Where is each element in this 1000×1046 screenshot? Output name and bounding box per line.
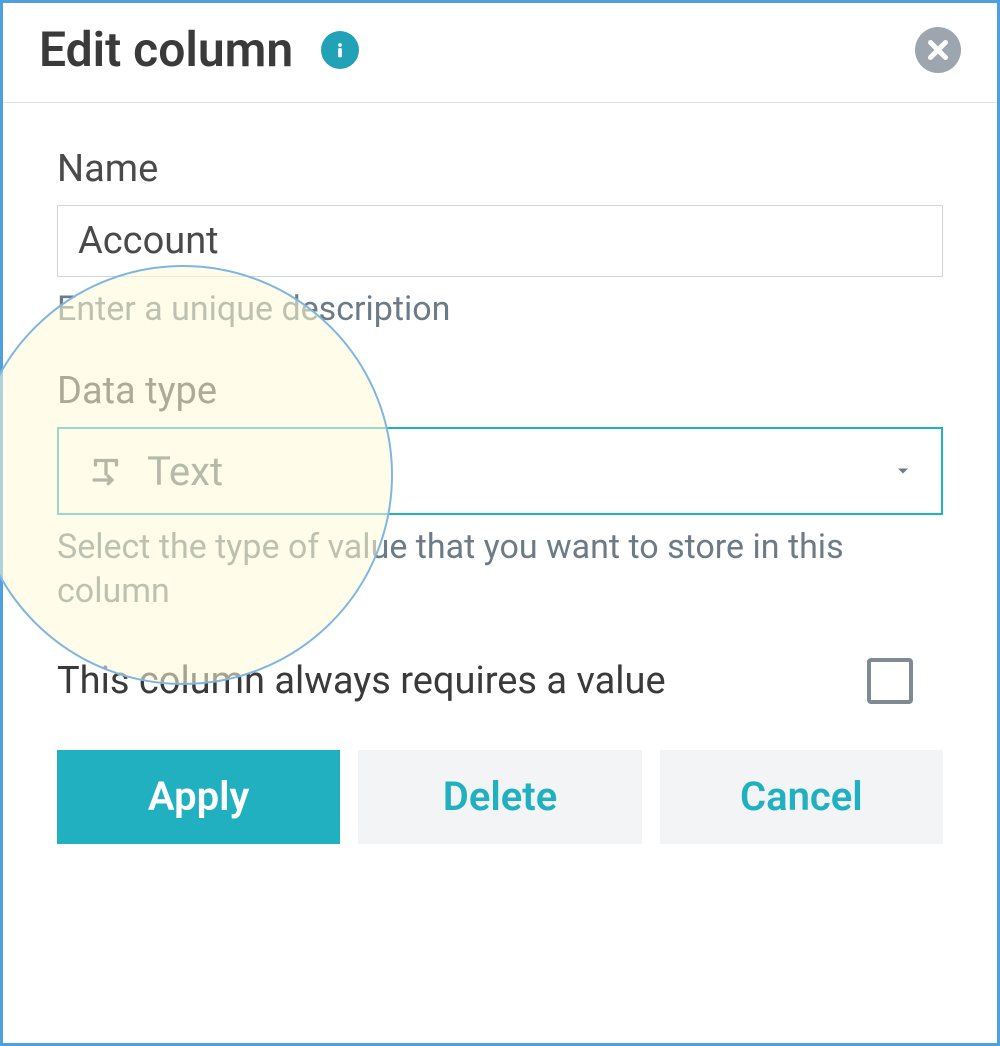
datatype-field-group: Data type Text [57, 369, 943, 613]
edit-column-dialog: Edit column Name Enter a unique descript… [0, 0, 1000, 1046]
dialog-body: Name Enter a unique description Data typ… [3, 103, 997, 844]
name-input[interactable] [57, 205, 943, 277]
name-hint: Enter a unique description [57, 287, 943, 331]
name-field-group: Name Enter a unique description [57, 147, 943, 331]
dialog-title-wrap: Edit column [39, 21, 359, 78]
name-label: Name [57, 147, 943, 191]
dialog-header: Edit column [3, 3, 997, 103]
datatype-value: Text [147, 448, 223, 495]
dialog-button-row: Apply Delete Cancel [57, 750, 943, 844]
text-type-icon [87, 452, 125, 490]
info-icon[interactable] [321, 31, 359, 69]
datatype-hint: Select the type of value that you want t… [57, 525, 943, 613]
apply-button[interactable]: Apply [57, 750, 340, 844]
cancel-button[interactable]: Cancel [660, 750, 943, 844]
dialog-title: Edit column [39, 21, 293, 78]
required-checkbox[interactable] [867, 658, 913, 704]
required-field-row: This column always requires a value [57, 658, 943, 704]
datatype-label: Data type [57, 369, 943, 413]
datatype-select[interactable]: Text [57, 427, 943, 515]
required-label: This column always requires a value [57, 659, 666, 703]
caret-down-icon [893, 461, 913, 481]
close-icon[interactable] [915, 27, 961, 73]
delete-button[interactable]: Delete [358, 750, 641, 844]
